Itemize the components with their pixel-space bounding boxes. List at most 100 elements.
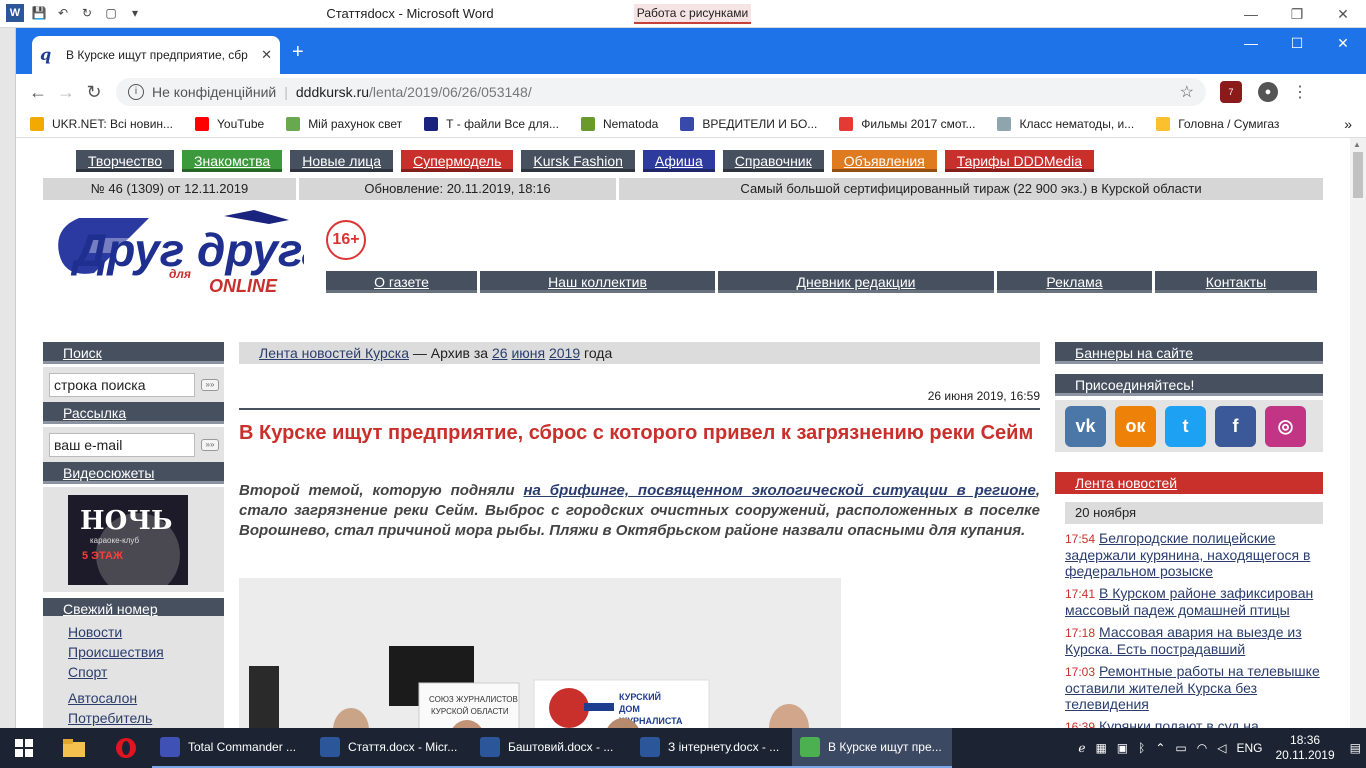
new-tab-icon[interactable]: +: [292, 42, 304, 62]
video-heading[interactable]: Видеосюжеты: [43, 462, 224, 484]
search-heading[interactable]: Поиск: [43, 342, 224, 364]
fresh-issue-link[interactable]: Автосалон: [68, 688, 224, 708]
video-banner[interactable]: НОЧЬ караоке-клуб 5 ЭТАЖ: [68, 495, 188, 585]
mailing-heading[interactable]: Рассылка: [43, 402, 224, 424]
bluetooth-icon[interactable]: ᛒ: [1138, 741, 1145, 755]
chrome-close-icon[interactable]: ✕: [1320, 28, 1366, 58]
topnav-item[interactable]: Знакомства: [182, 150, 283, 172]
browser-tab-active[interactable]: q В Курске ищут предприятие, сбр ✕: [32, 36, 280, 74]
bookmark-item[interactable]: Головна / Сумигаз: [1156, 116, 1279, 131]
scrollbar-thumb[interactable]: [1353, 152, 1363, 198]
taskbar-task[interactable]: Total Commander ...: [152, 728, 312, 768]
vk-icon[interactable]: vk: [1065, 406, 1106, 447]
notifications-icon[interactable]: ▤: [1350, 741, 1361, 755]
topnav-item[interactable]: Супермодель: [401, 150, 514, 172]
bookmark-item[interactable]: Т - файли Все для...: [424, 116, 559, 131]
word-restore-icon[interactable]: ❐: [1274, 0, 1320, 28]
chrome-menu-icon[interactable]: ⋮: [1292, 82, 1308, 102]
clock[interactable]: 18:36 20.11.2019: [1275, 733, 1334, 763]
lead-briefing-link[interactable]: на брифинге, посвященном экологической с…: [523, 482, 1035, 499]
news-feed-heading[interactable]: Лента новостей: [1055, 472, 1323, 494]
wifi-icon[interactable]: ◠: [1197, 741, 1207, 755]
article-photo[interactable]: СОЮЗ ЖУРНАЛИСТОВ КУРСКОЙ ОБЛАСТИ КУРСКИЙ…: [239, 578, 841, 728]
bookmark-item[interactable]: Мій рахунок свет: [286, 116, 402, 131]
extension-icon[interactable]: 7: [1220, 81, 1242, 103]
chrome-minimize-icon[interactable]: —: [1228, 28, 1274, 58]
topnav-item[interactable]: Тарифы DDDMedia: [944, 150, 1094, 172]
mainnav-item[interactable]: О газете: [326, 271, 477, 293]
instagram-icon[interactable]: ◎: [1265, 406, 1306, 447]
picture-tools-tab[interactable]: Работа с рисунками: [634, 4, 751, 24]
bookmark-favicon-icon: [30, 116, 44, 131]
topnav-item[interactable]: Творчество: [76, 150, 175, 172]
fresh-issue-link[interactable]: Происшествия: [68, 642, 224, 662]
topnav-item[interactable]: Kursk Fashion: [521, 150, 635, 172]
profile-icon[interactable]: ●: [1258, 82, 1278, 102]
topnav-item[interactable]: Справочник: [722, 150, 824, 172]
battery-icon[interactable]: ▭: [1175, 741, 1186, 755]
windows-start-icon[interactable]: [0, 728, 48, 768]
back-icon[interactable]: ←: [24, 82, 52, 103]
taskbar-task[interactable]: В Курске ищут пре...: [792, 728, 952, 768]
mainnav-item[interactable]: Дневник редакции: [718, 271, 994, 293]
tray-app-icon[interactable]: ▣: [1117, 741, 1128, 755]
news-feed-item: 16:39Курянки подают в суд на «ревнивого»…: [1065, 718, 1323, 728]
crumb-year-link[interactable]: 2019: [549, 345, 580, 361]
fresh-issue-link[interactable]: Новости: [68, 622, 224, 642]
email-input[interactable]: [49, 433, 195, 457]
bookmark-item[interactable]: UKR.NET: Всі новин...: [30, 116, 173, 131]
tray-chevron-icon[interactable]: ⌃: [1155, 741, 1165, 755]
topnav-item[interactable]: Объявления: [831, 150, 937, 172]
mailing-go-button[interactable]: »»: [201, 439, 219, 451]
search-input[interactable]: [49, 373, 195, 397]
search-go-button[interactable]: »»: [201, 379, 219, 391]
topnav-item[interactable]: Афиша: [642, 150, 715, 172]
crumb-feed-link[interactable]: Лента новостей Курска: [259, 345, 409, 361]
mainnav-item[interactable]: Наш коллектив: [480, 271, 715, 293]
bookmarks-overflow-icon[interactable]: »: [1344, 116, 1352, 132]
taskbar-task[interactable]: Баштовий.docx - ...: [472, 728, 632, 768]
bookmark-item[interactable]: ВРЕДИТЕЛИ И БО...: [680, 116, 817, 131]
chrome-maximize-icon[interactable]: ☐: [1274, 28, 1320, 58]
mainnav-item[interactable]: Контакты: [1155, 271, 1317, 293]
crumb-day-link[interactable]: 26: [492, 345, 508, 361]
bookmark-item[interactable]: YouTube: [195, 116, 265, 131]
tab-close-icon[interactable]: ✕: [261, 47, 272, 63]
news-link[interactable]: Массовая авария на выезде из Курска. Ест…: [1065, 624, 1302, 657]
word-close-icon[interactable]: ✕: [1320, 0, 1366, 28]
taskbar-task[interactable]: З інтернету.docx - ...: [632, 728, 792, 768]
ok-icon[interactable]: ок: [1115, 406, 1156, 447]
language-indicator[interactable]: ENG: [1236, 741, 1262, 755]
bookmark-star-icon[interactable]: ☆: [1180, 82, 1194, 102]
news-link[interactable]: В Курском районе зафиксирован массовый п…: [1065, 585, 1313, 618]
bookmark-item[interactable]: Фильмы 2017 смот...: [839, 116, 975, 131]
opera-icon[interactable]: [100, 728, 152, 768]
crumb-month-link[interactable]: июня: [511, 345, 545, 361]
file-explorer-icon[interactable]: [48, 728, 100, 768]
forward-icon[interactable]: →: [52, 82, 80, 103]
twitter-icon[interactable]: t: [1165, 406, 1206, 447]
facebook-icon[interactable]: f: [1215, 406, 1256, 447]
banners-heading[interactable]: Баннеры на сайте: [1055, 342, 1323, 364]
taskbar-task[interactable]: Стаття.docx - Micr...: [312, 728, 472, 768]
mainnav-item[interactable]: Реклама: [997, 271, 1152, 293]
bookmark-label: YouTube: [217, 116, 265, 131]
page-scrollbar[interactable]: ▲: [1350, 138, 1366, 728]
news-link[interactable]: Белгородские полицейские задержали курян…: [1065, 530, 1310, 579]
volume-icon[interactable]: ◁: [1217, 741, 1226, 755]
word-minimize-icon[interactable]: —: [1228, 0, 1274, 28]
bookmark-item[interactable]: Класс нематоды, и...: [997, 116, 1134, 131]
site-logo[interactable]: Друг друга для ONLINE: [54, 208, 328, 298]
edge-tray-icon[interactable]: ℯ: [1078, 741, 1085, 755]
address-bar[interactable]: i Не конфіденційний | dddkursk.ru /lenta…: [116, 78, 1206, 106]
bookmark-item[interactable]: Nematoda: [580, 116, 658, 131]
news-link[interactable]: Ремонтные работы на телевышке оставили ж…: [1065, 663, 1320, 712]
network-icon[interactable]: ▦: [1095, 741, 1106, 755]
fresh-issue-link[interactable]: Потребитель: [68, 708, 224, 728]
topnav-item[interactable]: Новые лица: [290, 150, 394, 172]
fresh-issue-link[interactable]: Спорт: [68, 662, 224, 682]
reload-icon[interactable]: ↻: [80, 82, 108, 103]
task-app-icon: [800, 737, 820, 757]
scroll-up-icon[interactable]: ▲: [1353, 140, 1361, 149]
info-icon[interactable]: i: [128, 84, 144, 100]
